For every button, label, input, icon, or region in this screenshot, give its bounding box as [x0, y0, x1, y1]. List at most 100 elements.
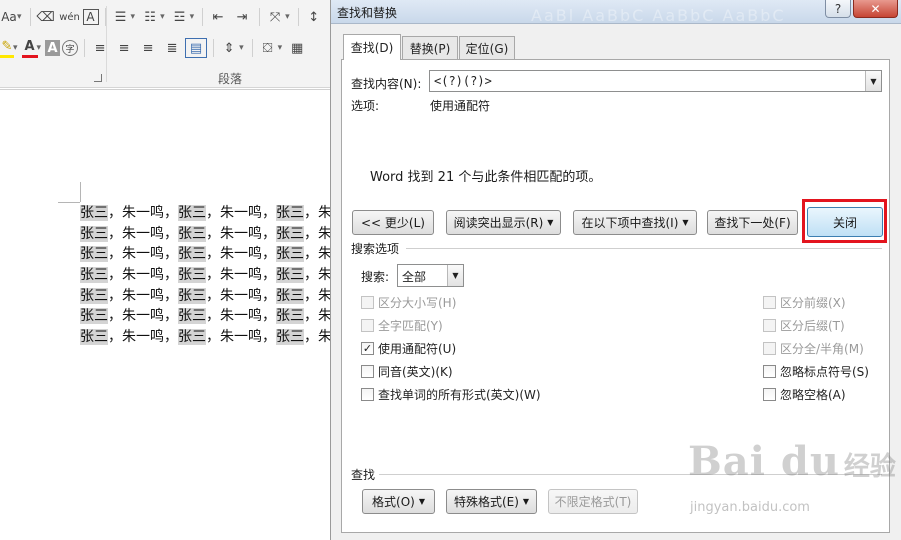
bullets-icon[interactable]: ☰	[110, 7, 132, 27]
tab-find[interactable]: 查找(D)	[343, 34, 401, 60]
chevron-down-icon[interactable]: ▾	[131, 12, 136, 22]
less-button[interactable]: << 更少(L)	[352, 210, 434, 235]
ribbon-styles-ghost: AaBl AaBbC AaBbC AaBbC	[531, 6, 786, 25]
phonetic-guide-icon[interactable]: wén	[59, 7, 81, 27]
chevron-down-icon[interactable]: ▼	[865, 71, 881, 91]
sort-icon[interactable]: ↕	[303, 7, 325, 27]
checkbox-label: 查找单词的所有形式(英文)(W)	[378, 387, 541, 402]
document-line[interactable]: 张三，朱一鸣，张三，朱一鸣，张三，朱	[80, 244, 332, 265]
line-spacing-icon[interactable]: ⇕	[218, 38, 240, 58]
shading-icon[interactable]: ⛋	[257, 38, 279, 58]
option-left_options-3[interactable]: 同音(英文)(K)	[361, 363, 453, 379]
format-label: 格式(O)	[372, 495, 415, 509]
no-formatting-button[interactable]: 不限定格式(T)	[548, 489, 638, 514]
borders-icon[interactable]: ▦	[286, 38, 308, 58]
chevron-down-icon: ▼	[418, 497, 425, 506]
chevron-down-icon[interactable]: ▾	[160, 12, 165, 22]
document-line[interactable]: 张三，朱一鸣，张三，朱一鸣，张三，朱	[80, 286, 332, 307]
chevron-down-icon[interactable]: ▾	[37, 43, 42, 53]
enclose-char-icon[interactable]: 字	[62, 40, 79, 56]
chevron-down-icon: ▼	[547, 218, 554, 227]
checkbox	[763, 295, 776, 309]
text-run: ，朱一鸣，	[108, 287, 178, 304]
clear-format-icon[interactable]: ⌫	[35, 7, 57, 27]
tab-replace[interactable]: 替换(P)	[402, 36, 458, 59]
checkbox[interactable]	[361, 387, 374, 401]
document-line[interactable]: 张三，朱一鸣，张三，朱一鸣，张三，朱	[80, 224, 332, 245]
option-right_options-4[interactable]: 忽略空格(A)	[763, 386, 846, 402]
highlighted-match: 张三	[276, 205, 304, 221]
option-left_options-4[interactable]: 查找单词的所有形式(英文)(W)	[361, 386, 541, 402]
numbering-icon[interactable]: ☷	[139, 7, 161, 27]
annotation-red-frame	[802, 199, 887, 243]
checkbox[interactable]	[763, 387, 776, 401]
checkbox	[361, 295, 374, 309]
chevron-down-icon[interactable]: ▾	[17, 12, 22, 22]
special-format-button[interactable]: 特殊格式(E) ▼	[446, 489, 537, 514]
text-run: ，朱一鸣，	[206, 225, 276, 242]
chevron-down-icon[interactable]: ▾	[285, 12, 290, 22]
distributed-icon[interactable]: ▤	[185, 38, 208, 58]
highlighted-match: 张三	[80, 329, 108, 346]
justify-icon[interactable]: ≣	[161, 38, 183, 58]
text-run: ，朱	[304, 246, 332, 263]
align-center-icon[interactable]: ≡	[113, 38, 135, 58]
multilevel-list-icon[interactable]: ☲	[169, 7, 191, 27]
highlight-icon[interactable]: ✎	[0, 38, 14, 58]
watermark-cn: 经验	[843, 452, 896, 482]
text-run: ，朱	[304, 287, 332, 304]
reading-highlight-button[interactable]: 阅读突出显示(R) ▼	[446, 210, 561, 235]
chevron-down-icon[interactable]: ▼	[447, 265, 463, 286]
increase-indent-icon[interactable]: ⇥	[231, 7, 253, 27]
ribbon-divider	[297, 8, 299, 26]
char-border-icon[interactable]: A	[82, 9, 99, 25]
document-line[interactable]: 张三，朱一鸣，张三，朱一鸣，张三，朱	[80, 265, 332, 286]
close-x-icon[interactable]: ✕	[853, 0, 898, 18]
align-right-icon[interactable]: ≡	[137, 38, 159, 58]
dialog-titlebar[interactable]: 查找和替换 AaBl AaBbC AaBbC AaBbC ? ✕	[331, 0, 901, 25]
text-run: ，朱	[304, 308, 332, 325]
option-right_options-2: 区分全/半角(M)	[763, 340, 864, 356]
char-shading-icon[interactable]: A	[45, 40, 61, 56]
ribbon-divider	[202, 8, 204, 26]
asian-layout-icon[interactable]: ⤧	[264, 7, 286, 27]
watermark-url: jingyan.baidu.com	[690, 500, 810, 515]
document-page[interactable]: 张三，朱一鸣，张三，朱一鸣，张三，朱 张三，朱一鸣，张三，朱一鸣，张三，朱 张三，朱…	[0, 89, 332, 540]
chevron-down-icon[interactable]: ▾	[190, 12, 195, 22]
document-line[interactable]: 张三，朱一鸣，张三，朱一鸣，张三，朱	[80, 327, 332, 348]
text-run: ，朱	[304, 267, 332, 284]
document-text[interactable]: 张三，朱一鸣，张三，朱一鸣，张三，朱 张三，朱一鸣，张三，朱一鸣，张三，朱 张三，朱…	[80, 203, 332, 348]
option-left_options-2[interactable]: ✓ 使用通配符(U)	[361, 340, 456, 356]
decrease-indent-icon[interactable]: ⇤	[207, 7, 229, 27]
checkbox[interactable]	[763, 364, 776, 378]
checkbox[interactable]	[361, 364, 374, 378]
chevron-down-icon[interactable]: ▾	[278, 43, 283, 53]
text-run: ，朱一鸣，	[108, 329, 178, 346]
baidu-jingyan-watermark: Bai du 经验	[688, 438, 896, 485]
margin-corner-mark	[80, 182, 81, 202]
chevron-down-icon: ▼	[522, 497, 530, 506]
find-what-input[interactable]: <(?)(?)> ▼	[429, 70, 882, 92]
find-in-button[interactable]: 在以下项中查找(I) ▼	[573, 210, 697, 235]
checkbox-label: 全字匹配(Y)	[378, 318, 443, 333]
option-right_options-3[interactable]: 忽略标点符号(S)	[763, 363, 869, 379]
align-left-icon[interactable]: ≡	[89, 38, 111, 58]
find-next-button[interactable]: 查找下一处(F)	[707, 210, 798, 235]
format-button[interactable]: 格式(O) ▼	[362, 489, 435, 514]
document-line[interactable]: 张三，朱一鸣，张三，朱一鸣，张三，朱	[80, 203, 332, 224]
paragraph-group-label: 段落	[218, 72, 243, 86]
text-run: ，朱一鸣，	[206, 205, 276, 221]
dialog-launcher-icon[interactable]	[94, 74, 102, 82]
highlighted-match: 张三	[276, 287, 304, 304]
checkbox[interactable]: ✓	[361, 341, 374, 355]
special-format-label: 特殊格式(E)	[453, 495, 519, 509]
chevron-down-icon[interactable]: ▾	[239, 43, 244, 53]
checkbox-label: 区分全/半角(M)	[780, 341, 864, 356]
font-size-aa-icon[interactable]: Aa	[0, 7, 18, 27]
tab-goto[interactable]: 定位(G)	[459, 36, 515, 59]
chevron-down-icon[interactable]: ▾	[13, 43, 18, 53]
help-button[interactable]: ?	[825, 0, 851, 18]
document-line[interactable]: 张三，朱一鸣，张三，朱一鸣，张三，朱	[80, 306, 332, 327]
search-direction-select[interactable]: 全部 ▼	[397, 264, 464, 287]
font-color-icon[interactable]: A	[21, 38, 38, 58]
